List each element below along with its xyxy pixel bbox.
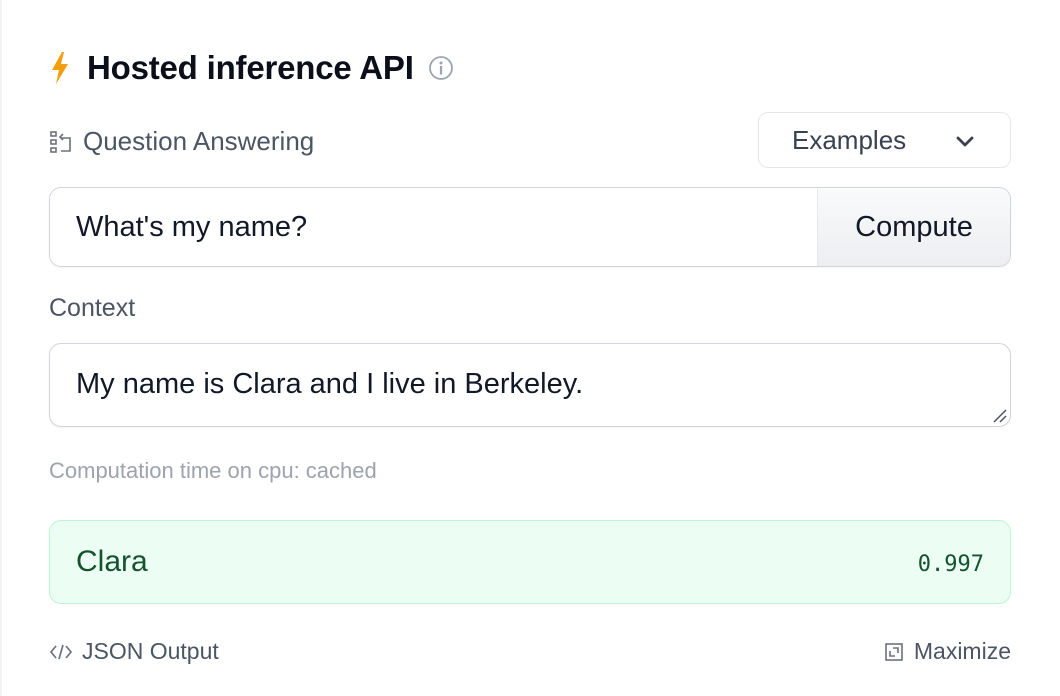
context-text: My name is Clara and I live in Berkeley.: [76, 368, 584, 400]
lightning-bolt-icon: [52, 52, 68, 84]
compute-button[interactable]: Compute: [817, 188, 1010, 266]
left-divider: [0, 0, 2, 696]
json-output-link[interactable]: JSON Output: [49, 638, 219, 665]
widget-title: Hosted inference API: [87, 49, 414, 86]
resize-handle-icon[interactable]: [991, 407, 1007, 423]
code-icon: [49, 644, 73, 659]
maximize-button[interactable]: Maximize: [884, 638, 1011, 665]
answer-score: 0.997: [917, 552, 984, 577]
question-input-group: Compute: [49, 187, 1011, 267]
context-textarea[interactable]: My name is Clara and I live in Berkeley.: [49, 343, 1011, 427]
maximize-icon: [885, 642, 903, 661]
json-output-label: JSON Output: [82, 638, 219, 664]
info-icon[interactable]: [428, 55, 454, 81]
chevron-down-icon: [956, 136, 974, 147]
computation-time: Computation time on cpu: cached: [49, 458, 377, 483]
question-answering-icon: [50, 130, 71, 153]
examples-label: Examples: [792, 124, 907, 155]
widget-header: Hosted inference API: [49, 44, 454, 92]
task-row: Question Answering Examples: [49, 112, 1011, 170]
widget-footer: JSON Output Maximize: [49, 636, 1011, 668]
inference-widget: Hosted inference API Question Answering …: [49, 0, 1011, 696]
maximize-label: Maximize: [913, 638, 1011, 664]
examples-dropdown[interactable]: Examples: [758, 112, 1011, 168]
task-indicator: Question Answering: [49, 126, 314, 157]
answer-text: Clara: [76, 545, 148, 578]
task-label: Question Answering: [83, 126, 315, 156]
answer-result: Clara 0.997: [49, 520, 1011, 604]
context-label: Context: [49, 294, 136, 322]
question-input[interactable]: [50, 188, 817, 266]
